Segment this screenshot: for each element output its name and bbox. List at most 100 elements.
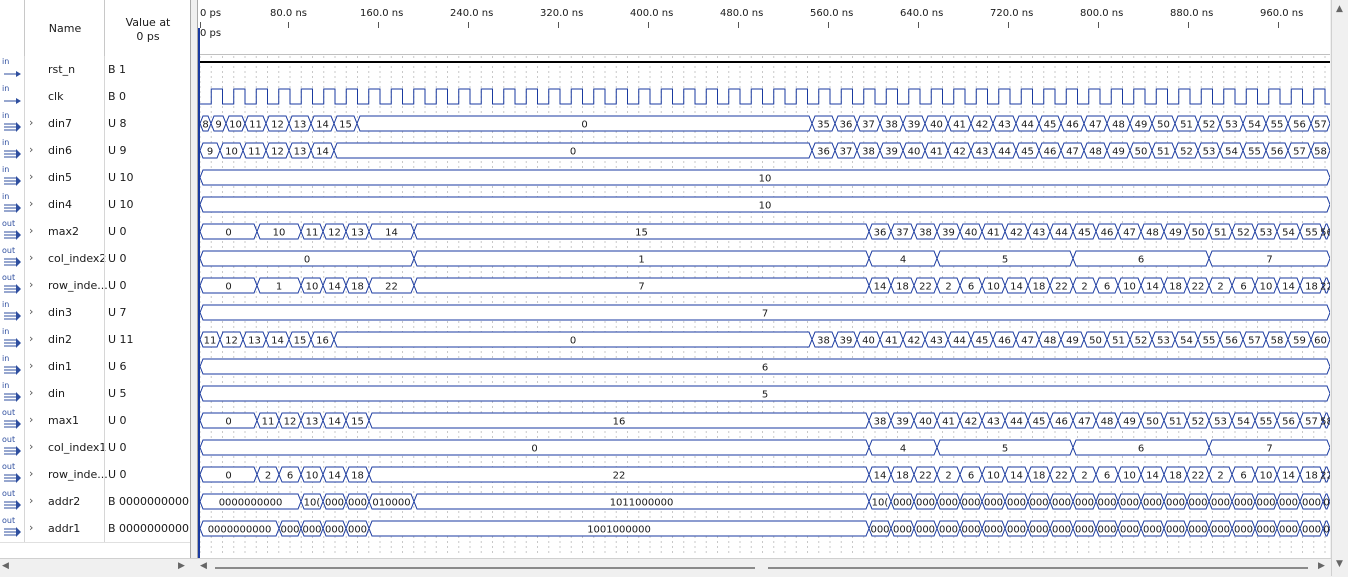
signal-name: col_index1 xyxy=(48,441,107,454)
horizontal-scrollbar[interactable]: ◀ ▶ ◀ ▶ xyxy=(0,558,1331,577)
scroll-down-arrow-icon[interactable]: ▼ xyxy=(1336,559,1343,569)
expand-chevron-icon[interactable]: › xyxy=(29,440,33,453)
bus-segment-value: 000 xyxy=(893,498,912,509)
column-divider[interactable] xyxy=(24,0,25,56)
bus-segment-value: 45 xyxy=(1078,228,1091,239)
expand-chevron-icon[interactable]: › xyxy=(29,251,33,264)
expand-chevron-icon[interactable]: › xyxy=(29,359,33,372)
bus-segment-value: 49 xyxy=(1169,228,1182,239)
bus-segment-value: 0 xyxy=(570,336,576,347)
scroll-right-arrow-icon[interactable]: ▶ xyxy=(1318,561,1325,571)
signal-row[interactable]: in › din3 U 7 xyxy=(0,299,190,327)
bus-segment-value: 40 xyxy=(965,228,978,239)
expand-chevron-icon[interactable]: › xyxy=(29,143,33,156)
bus-segment-value: 0000000000 xyxy=(208,525,272,536)
signal-row[interactable]: out › row_inde... U 0 xyxy=(0,461,190,489)
waveform-pane[interactable]: 0 ps 80.0 ns 160.0 ns 240.0 ns 320.0 ns 400.0… xyxy=(197,0,1330,576)
bus-segment-value: 52 xyxy=(1203,120,1216,131)
column-divider xyxy=(24,461,25,488)
bus-segment-value: 42 xyxy=(1010,228,1023,239)
bus-segment-value: 000 xyxy=(302,525,321,536)
expand-chevron-icon[interactable]: › xyxy=(29,413,33,426)
bus-segment-value: 44 xyxy=(1010,417,1023,428)
expand-chevron-icon[interactable]: › xyxy=(29,278,33,291)
bus-segment-value: 14 xyxy=(316,120,329,131)
bus-segment-value: 37 xyxy=(896,228,909,239)
time-cursor[interactable] xyxy=(198,28,200,558)
bus-segment-value: 10 xyxy=(306,282,319,293)
signal-row[interactable]: out › addr2 B 0000000000 xyxy=(0,488,190,516)
scroll-right-arrow-icon[interactable]: ▶ xyxy=(178,561,185,571)
bus-segment-value: 000 xyxy=(1256,525,1275,536)
signal-row[interactable]: out › col_index1 U 0 xyxy=(0,434,190,462)
bus-segment-value: 000 xyxy=(325,498,344,509)
bus-segment-value: 53 xyxy=(1203,147,1216,158)
signal-name: din2 xyxy=(48,333,73,346)
bus-segment-value: 000 xyxy=(1007,525,1026,536)
bus-segment-value: 48 xyxy=(1101,417,1114,428)
bus-segment-value: 000 xyxy=(1075,498,1094,509)
expand-chevron-icon[interactable]: › xyxy=(29,197,33,210)
signal-row[interactable]: in › din U 5 xyxy=(0,380,190,408)
expand-chevron-icon[interactable]: › xyxy=(29,116,33,129)
bus-segment-value: 51 xyxy=(1112,336,1125,347)
bus-segment-value: 54 xyxy=(1225,147,1238,158)
signal-row[interactable]: in › din7 U 8 xyxy=(0,110,190,138)
signal-row[interactable]: in rst_n B 1 xyxy=(0,56,190,84)
expand-chevron-icon[interactable]: › xyxy=(29,305,33,318)
value-column-header[interactable]: Value at 0 ps xyxy=(106,16,190,44)
scroll-left-arrow-icon[interactable]: ◀ xyxy=(200,561,207,571)
bus-segment-value: 56 xyxy=(1293,120,1306,131)
input-pin-icon: in xyxy=(2,165,22,187)
signal-row[interactable]: in clk B 0 xyxy=(0,83,190,111)
scroll-left-arrow-icon[interactable]: ◀ xyxy=(2,561,9,571)
bus-segment-value: 2 xyxy=(1217,282,1223,293)
bus-segment-value: 57 xyxy=(1305,417,1318,428)
bus-segment-value: 000 xyxy=(1166,498,1185,509)
column-divider[interactable] xyxy=(104,0,105,56)
bus-segment-value: 000 xyxy=(1029,498,1048,509)
signal-row[interactable]: out › max1 U 0 xyxy=(0,407,190,435)
expand-chevron-icon[interactable]: › xyxy=(29,386,33,399)
signal-name: din5 xyxy=(48,171,73,184)
scroll-thumb[interactable] xyxy=(215,567,755,569)
bus-segment-value: 10 xyxy=(225,147,238,158)
column-divider xyxy=(104,515,105,542)
scroll-thumb[interactable] xyxy=(768,567,1308,569)
input-pin-icon: in xyxy=(2,300,22,322)
bus-segment-value: 13 xyxy=(306,417,319,428)
expand-chevron-icon[interactable]: › xyxy=(29,521,33,534)
scroll-up-arrow-icon[interactable]: ▲ xyxy=(1336,4,1343,14)
signal-row[interactable]: in › din6 U 9 xyxy=(0,137,190,165)
expand-chevron-icon[interactable]: › xyxy=(29,224,33,237)
bus-segment-value: 000 xyxy=(348,525,367,536)
bus-segment-value: 7 xyxy=(762,309,768,320)
expand-chevron-icon[interactable]: › xyxy=(29,494,33,507)
signal-row[interactable]: in › din5 U 10 xyxy=(0,164,190,192)
bus-segment-value: 60 xyxy=(1314,336,1327,347)
expand-chevron-icon[interactable]: › xyxy=(29,332,33,345)
bus-segment-value: 10 xyxy=(1260,282,1273,293)
signal-row[interactable]: out › addr1 B 0000000000 xyxy=(0,515,190,543)
bus-segment-value: 11 xyxy=(306,228,319,239)
signal-row[interactable]: out › max2 U 0 xyxy=(0,218,190,246)
bus-segment-value: 10 xyxy=(306,471,319,482)
signal-row[interactable]: in › din2 U 11 xyxy=(0,326,190,354)
column-divider xyxy=(104,434,105,461)
vertical-scrollbar[interactable]: ▲ ▼ xyxy=(1331,0,1348,576)
bus-segment-value: 58 xyxy=(1320,417,1330,428)
bus-segment-value: 36 xyxy=(840,120,853,131)
signal-row[interactable]: in › din4 U 10 xyxy=(0,191,190,219)
bus-segment-value: 42 xyxy=(953,147,966,158)
bus-segment-value: 44 xyxy=(953,336,966,347)
bus-segment-value: 58 xyxy=(1271,336,1284,347)
waveform-canvas[interactable]: 8 9 10 11 12 13 14 15 0 35 36 37 38 39 40 41 42 43 44 45 46 4… xyxy=(198,0,1330,576)
expand-chevron-icon[interactable]: › xyxy=(29,467,33,480)
expand-chevron-icon[interactable]: › xyxy=(29,170,33,183)
signal-row[interactable]: out › row_inde... U 0 xyxy=(0,272,190,300)
signal-row[interactable]: in › din1 U 6 xyxy=(0,353,190,381)
bus-segment-value: 14 xyxy=(385,228,398,239)
column-divider xyxy=(104,272,105,299)
name-column-header[interactable]: Name xyxy=(26,22,104,35)
signal-row[interactable]: out › col_index2 U 0 xyxy=(0,245,190,273)
